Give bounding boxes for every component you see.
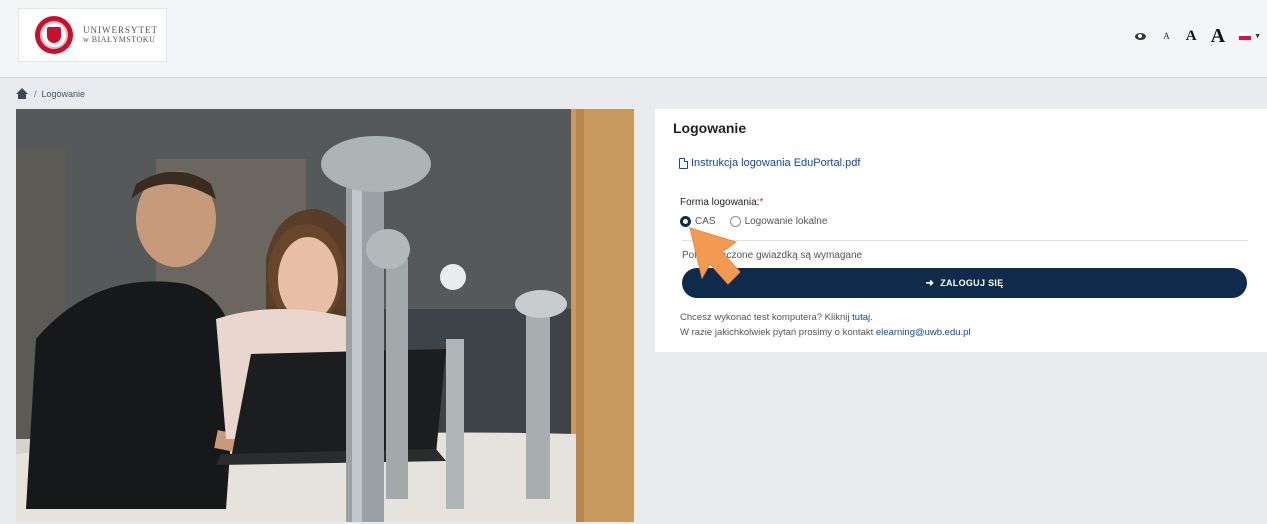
logo-text: UNIWERSYTET w BIAŁYMSTOKU — [83, 25, 158, 44]
arrow-pointer-icon — [689, 227, 740, 285]
computer-test-info: Chcesz wykonać test komputera? Kliknij t… — [680, 312, 873, 323]
radio-local-login-label[interactable]: Logowanie lokalne — [745, 216, 828, 227]
language-selector[interactable]: ▼ — [1239, 32, 1261, 40]
high-contrast-toggle[interactable] — [1133, 29, 1147, 43]
login-button[interactable]: ➜ ZALOGUJ SIĘ — [682, 268, 1247, 298]
login-hero-photo — [16, 109, 634, 522]
home-icon[interactable] — [16, 88, 28, 99]
required-asterisk: * — [759, 197, 764, 208]
login-method-label: Forma logowania:* — [680, 197, 764, 208]
breadcrumb-separator: / — [34, 88, 37, 99]
font-size-small-button[interactable]: A — [1163, 31, 1170, 41]
computer-test-link[interactable]: tutaj — [852, 312, 870, 323]
university-logo[interactable]: UNIWERSYTET w BIAŁYMSTOKU — [18, 8, 167, 62]
top-navbar: UNIWERSYTET w BIAŁYMSTOKU A A A ▼ — [0, 0, 1267, 78]
page-title: Logowanie — [673, 120, 747, 136]
contact-info: W razie jakichkolwiek pytań prosimy o ko… — [680, 327, 971, 338]
font-size-large-button[interactable]: A — [1211, 25, 1225, 48]
students-with-laptop-image — [16, 109, 634, 522]
university-seal-icon — [35, 16, 73, 54]
flag-poland-icon — [1239, 32, 1252, 40]
accessibility-tools: A A A ▼ — [1133, 24, 1261, 48]
login-instructions-link[interactable]: Instrukcja logowania EduPortal.pdf — [679, 157, 860, 169]
login-card: Logowanie Instrukcja logowania EduPortal… — [655, 109, 1267, 352]
breadcrumb: / Logowanie — [16, 88, 85, 99]
chevron-down-icon: ▼ — [1254, 32, 1261, 40]
pdf-file-icon — [679, 157, 688, 169]
eye-icon — [1134, 32, 1146, 40]
font-size-medium-button[interactable]: A — [1186, 28, 1197, 45]
contact-email-link[interactable]: elearning@uwb.edu.pl — [876, 327, 971, 338]
breadcrumb-current: Logowanie — [41, 88, 86, 99]
divider — [682, 240, 1248, 241]
arrow-right-icon: ➜ — [925, 277, 935, 289]
